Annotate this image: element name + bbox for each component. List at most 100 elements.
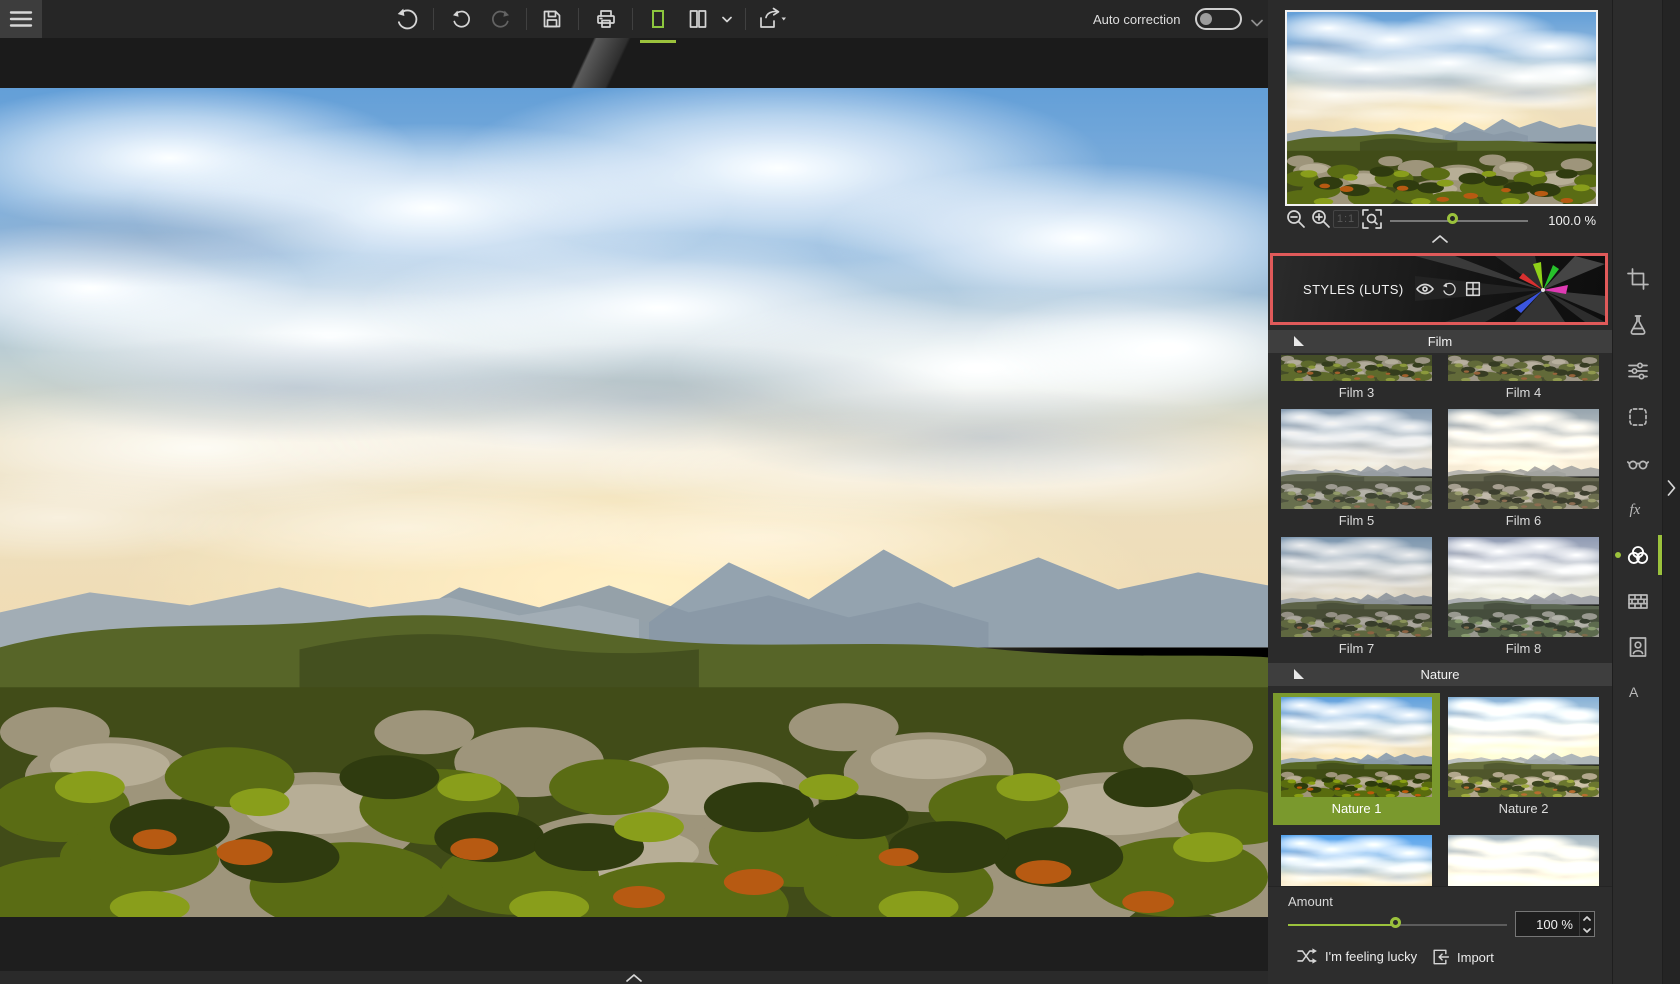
amount-slider-knob[interactable] [1390,917,1401,928]
panel-collapse-handle[interactable] [1268,234,1612,246]
tool-strip: fx A [1612,0,1663,984]
navigator-preview[interactable] [1285,10,1598,206]
style-thumb-film-6[interactable]: Film 6 [1440,409,1607,531]
tool-crop[interactable] [1613,256,1662,302]
grid-icon [1465,281,1480,297]
style-thumb-label: Film 4 [1505,385,1542,400]
style-thumb-film-8[interactable]: Film 8 [1440,537,1607,659]
filmstrip-collapse-bar[interactable] [0,971,1268,984]
style-thumb-image [1281,537,1432,637]
visibility-toggle-button[interactable] [1414,278,1436,300]
style-thumb-film-4[interactable]: Film 4 [1440,355,1607,403]
revert-button[interactable] [392,5,422,33]
tool-texture-bricks[interactable] [1613,578,1662,624]
hamburger-menu-button[interactable] [0,0,42,38]
chevron-right-icon [1667,480,1676,496]
develop-flask-icon [1629,315,1646,335]
style-thumb-image [1448,835,1599,886]
zoom-fit-icon [1362,209,1382,229]
zoom-slider-knob[interactable] [1447,213,1458,224]
style-thumb-nature-partial[interactable] [1273,835,1440,886]
editor-canvas [0,38,1268,984]
svg-text:A: A [1629,684,1639,700]
tool-preview-glasses[interactable] [1613,440,1662,486]
hamburger-icon [9,11,33,27]
view-split-button[interactable] [683,5,713,33]
adjustments-sliders-icon [1627,362,1648,380]
section-header-film[interactable]: Film [1268,330,1612,353]
section-header-nature[interactable]: Nature [1268,663,1612,686]
thumb-row: Film 5 Film 6 [1268,409,1612,531]
tool-styles-luts-active[interactable] [1613,532,1662,578]
style-thumb-film-7[interactable]: Film 7 [1273,537,1440,659]
zoom-fit-button[interactable] [1360,207,1384,231]
view-single-icon [652,10,664,28]
im-feeling-lucky-button[interactable]: I'm feeling lucky [1296,947,1417,965]
amount-panel: Amount 100 % I'm feeling lucky Import [1268,886,1612,984]
style-thumb-image [1281,835,1432,886]
print-button[interactable] [591,5,621,33]
style-thumb-nature-partial[interactable] [1440,835,1607,886]
svg-text:fx: fx [1629,502,1640,518]
toolbar-separator [745,8,746,30]
amount-value-input[interactable]: 100 % [1515,911,1595,937]
tool-adjustments-sliders[interactable] [1613,348,1662,394]
import-button[interactable]: Import [1430,947,1494,967]
share-button[interactable] [754,5,790,33]
chevron-down-icon [1251,19,1263,27]
thumb-row: Nature 1 Nature 2 [1268,693,1612,825]
undo-button[interactable] [446,5,476,33]
amount-spinner [1579,912,1594,936]
tool-effects-fx[interactable]: fx [1613,486,1662,532]
share-icon [760,7,786,28]
style-thumb-image [1448,537,1599,637]
styles-luts-header[interactable]: STYLES (LUTS) [1270,253,1608,325]
style-thumb-image [1281,697,1432,797]
chevron-up-icon [1432,235,1448,243]
crop-icon [1626,268,1649,290]
zoom-in-icon [1312,210,1330,228]
style-thumb-film-5[interactable]: Film 5 [1273,409,1440,531]
save-button[interactable] [537,5,567,33]
style-thumb-nature-1[interactable]: Nature 1 [1273,693,1440,825]
auto-correction-toggle[interactable] [1195,8,1242,30]
spinner-up-button[interactable] [1580,912,1594,924]
canvas-top-band [0,38,1268,88]
one-to-one-icon: 1:1 [1332,210,1360,228]
section-label: Nature [1420,667,1460,682]
spinner-down-button[interactable] [1580,924,1594,936]
effects-fx-icon: fx [1629,502,1640,518]
auto-correction-chevron[interactable] [1251,14,1263,32]
style-thumb-film-3[interactable]: Film 3 [1273,355,1440,403]
grid-view-button[interactable] [1462,278,1484,300]
view-single-button[interactable] [643,5,673,33]
zoom-in-button[interactable] [1309,207,1333,231]
view-split-icon [689,10,707,28]
zoom-one-to-one-button[interactable]: 1:1 [1332,207,1360,231]
styles-panel-title: STYLES (LUTS) [1303,281,1404,297]
redo-button[interactable] [486,5,516,33]
tool-selection[interactable] [1613,394,1662,440]
zoom-slider-track[interactable] [1390,220,1528,222]
tool-typography[interactable]: A [1613,670,1662,716]
style-thumb-label: Nature 1 [1331,801,1382,816]
tool-frame-portrait[interactable] [1613,624,1662,670]
auto-correction-label: Auto correction [1093,12,1181,27]
collapse-triangle-icon [1294,336,1304,346]
selection-icon [1628,408,1647,426]
revert-icon [397,8,418,30]
style-thumb-label: Nature 2 [1498,801,1549,816]
panel-expand-handle[interactable] [1667,480,1676,501]
zoom-out-icon [1287,210,1305,228]
reset-styles-button[interactable] [1438,278,1460,300]
style-thumb-label: Film 6 [1505,513,1542,528]
collapse-triangle-icon [1294,669,1304,679]
view-dropdown-button[interactable] [719,5,735,33]
amount-slider-fill [1288,924,1398,926]
chevron-down-icon [1583,927,1591,933]
redo-icon [492,10,509,28]
style-thumb-image [1281,355,1432,381]
zoom-out-button[interactable] [1284,207,1308,231]
style-thumb-nature-2[interactable]: Nature 2 [1440,693,1607,825]
tool-develop-flask[interactable] [1613,302,1662,348]
